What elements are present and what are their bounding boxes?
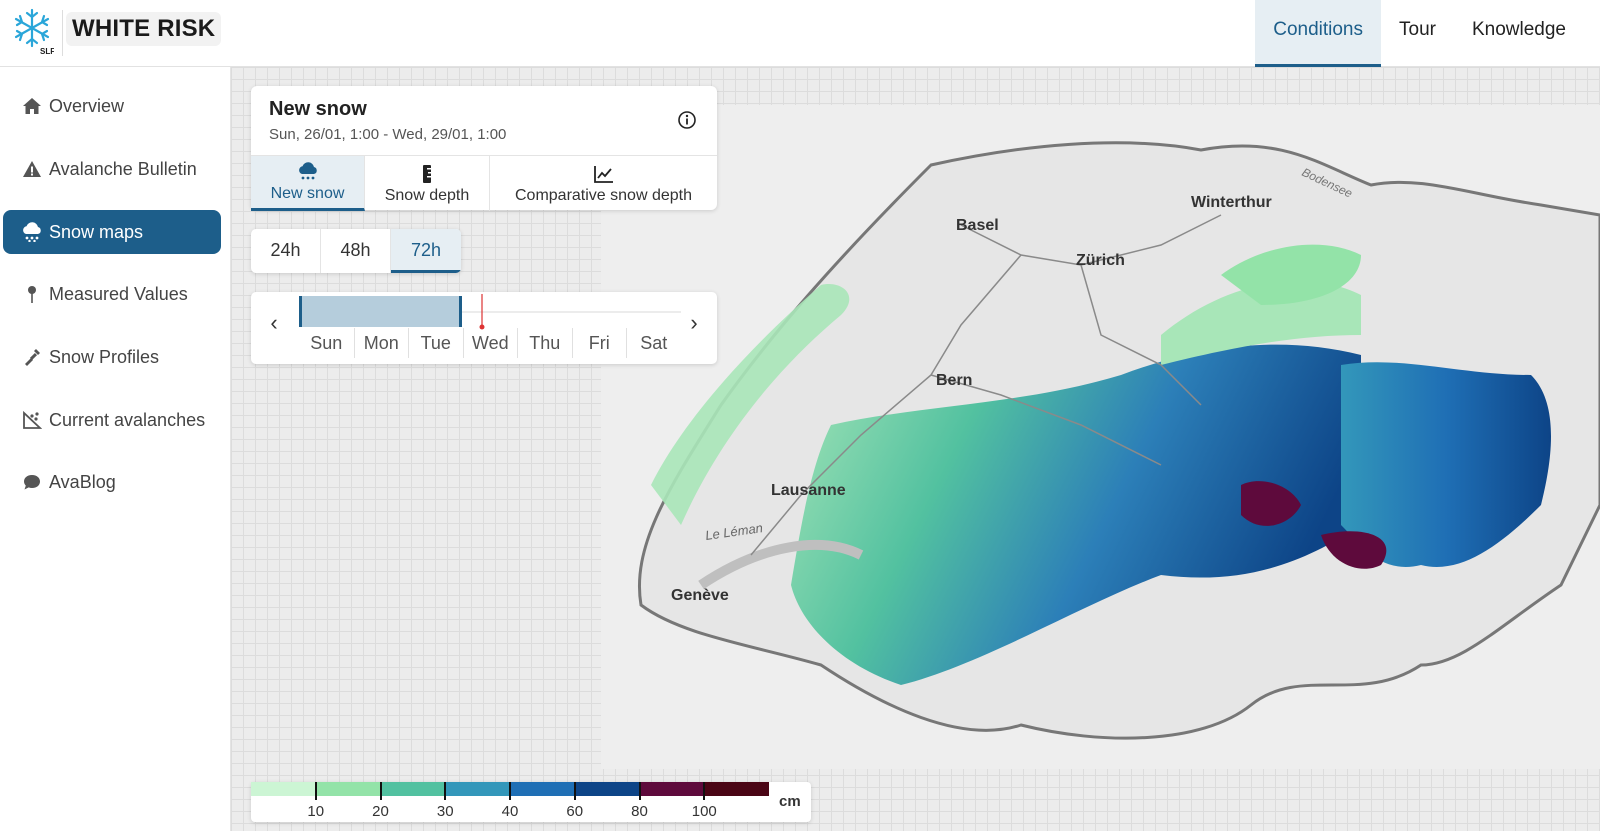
sidebar-item-label: Current avalanches bbox=[49, 409, 206, 430]
legend-tick-label: 100 bbox=[691, 803, 717, 820]
sidebar-item-label: Snow maps bbox=[49, 221, 144, 242]
chat-bubble-icon bbox=[21, 471, 43, 493]
legend-unit: cm bbox=[779, 793, 801, 810]
legend-tick-label: 30 bbox=[436, 803, 454, 820]
legend-tick bbox=[379, 782, 382, 800]
legend-tick bbox=[314, 782, 317, 800]
snow-cloud-icon bbox=[297, 161, 319, 183]
sidebar-item-label: AvaBlog bbox=[49, 471, 116, 492]
day-sun[interactable]: Sun bbox=[299, 328, 354, 358]
day-thu[interactable]: Thu bbox=[517, 328, 572, 358]
legend-color-swatch bbox=[639, 782, 705, 796]
brand-name[interactable]: WHITE RISK bbox=[66, 12, 222, 46]
switzerland-new-snow-map: Basel Winterthur Zürich Bern Lausanne Ge… bbox=[601, 105, 1600, 769]
legend-color-swatch bbox=[251, 782, 316, 796]
day-mon[interactable]: Mon bbox=[353, 328, 409, 358]
sidebar-item-overview[interactable]: Overview bbox=[3, 84, 221, 128]
tab-label: Comparative snow depth bbox=[515, 186, 692, 204]
home-icon bbox=[21, 95, 43, 117]
legend-tick bbox=[509, 782, 511, 800]
legend-tick-label: 20 bbox=[372, 803, 389, 820]
timeline-prev-arrow[interactable]: ‹ bbox=[263, 312, 285, 334]
timeline-track[interactable] bbox=[299, 294, 681, 330]
ruler-icon bbox=[420, 163, 434, 185]
day-tue[interactable]: Tue bbox=[408, 328, 463, 358]
range-72h[interactable]: 72h bbox=[391, 229, 461, 273]
pin-icon bbox=[21, 283, 43, 305]
legend-color-swatch bbox=[315, 782, 381, 796]
sidebar-item-label: Avalanche Bulletin bbox=[49, 158, 197, 179]
sidebar: Overview Avalanche Bulletin Snow maps Me… bbox=[0, 67, 231, 831]
city-label-basel: Basel bbox=[956, 217, 999, 234]
timeline-next-arrow[interactable]: › bbox=[683, 312, 705, 334]
city-label-zurich: Zürich bbox=[1076, 252, 1125, 269]
shovel-icon bbox=[21, 346, 43, 368]
snow-legend: 10 20 30 40 60 80 100 cm bbox=[251, 782, 811, 822]
day-fri[interactable]: Fri bbox=[571, 328, 627, 358]
legend-tick-label: 40 bbox=[501, 803, 519, 820]
sidebar-item-avablog[interactable]: AvaBlog bbox=[3, 460, 221, 504]
sidebar-item-snow-profiles[interactable]: Snow Profiles bbox=[3, 335, 221, 379]
range-24h[interactable]: 24h bbox=[251, 229, 321, 273]
legend-tick bbox=[703, 782, 706, 800]
sidebar-item-label: Measured Values bbox=[49, 283, 188, 304]
legend-color-swatch bbox=[380, 782, 446, 796]
day-sat[interactable]: Sat bbox=[626, 328, 681, 358]
legend-tick-label: 60 bbox=[566, 803, 584, 820]
sidebar-item-snow-maps[interactable]: Snow maps bbox=[3, 210, 221, 254]
top-navigation: Conditions Tour Knowledge bbox=[1255, 0, 1600, 67]
avalanche-icon bbox=[21, 409, 43, 431]
tab-snow-depth[interactable]: Snow depth bbox=[365, 156, 490, 211]
day-wed[interactable]: Wed bbox=[462, 328, 518, 358]
app-header: SLF WHITE RISK Conditions Tour Knowledge bbox=[0, 0, 1600, 67]
slf-snowflake-logo[interactable]: SLF bbox=[10, 6, 55, 56]
sidebar-item-label: Overview bbox=[49, 95, 125, 116]
tab-comparative-snow-depth[interactable]: Comparative snow depth bbox=[490, 156, 717, 211]
city-label-winterthur: Winterthur bbox=[1191, 194, 1272, 211]
tab-label: New snow bbox=[270, 185, 345, 202]
city-label-bern: Bern bbox=[936, 372, 972, 389]
legend-color-swatch bbox=[574, 782, 640, 796]
timeline-selected-range[interactable] bbox=[299, 296, 462, 327]
timeline-range-start-handle[interactable] bbox=[299, 296, 302, 327]
nav-knowledge[interactable]: Knowledge bbox=[1454, 0, 1600, 67]
timeline: ‹ Sun Mon Tue Wed Thu Fri Sat › bbox=[251, 292, 717, 364]
card-title: New snow bbox=[269, 98, 367, 120]
nav-conditions[interactable]: Conditions bbox=[1255, 0, 1381, 67]
card-date-range: Sun, 26/01, 1:00 - Wed, 29/01, 1:00 bbox=[269, 126, 507, 143]
snow-map-control-card: New snow Sun, 26/01, 1:00 - Wed, 29/01, … bbox=[251, 86, 717, 211]
nav-tour[interactable]: Tour bbox=[1381, 0, 1454, 67]
map-type-tabs: New snow Snow depth Comparative snow dep… bbox=[251, 155, 717, 211]
sidebar-item-label: Snow Profiles bbox=[49, 346, 160, 367]
legend-color-swatch bbox=[445, 782, 510, 796]
legend-tick bbox=[573, 782, 576, 800]
timeline-range-end-handle[interactable] bbox=[459, 296, 462, 327]
legend-tick bbox=[638, 782, 641, 800]
city-label-lausanne: Lausanne bbox=[771, 482, 846, 499]
legend-color-swatch bbox=[510, 782, 575, 796]
info-icon[interactable] bbox=[677, 110, 697, 130]
logo-divider bbox=[62, 10, 63, 56]
sidebar-item-measured-values[interactable]: Measured Values bbox=[3, 272, 221, 316]
snow-cloud-icon bbox=[21, 221, 43, 243]
line-chart-icon bbox=[593, 163, 615, 185]
legend-color-swatch bbox=[704, 782, 769, 796]
legend-tick-label: 80 bbox=[631, 803, 648, 820]
tab-new-snow[interactable]: New snow bbox=[251, 156, 365, 211]
tab-label: Snow depth bbox=[384, 186, 470, 204]
legend-tick bbox=[444, 782, 447, 800]
legend-tick-label: 10 bbox=[307, 803, 325, 820]
timeline-days: Sun Mon Tue Wed Thu Fri Sat bbox=[299, 328, 681, 358]
sidebar-item-current-avalanches[interactable]: Current avalanches bbox=[3, 398, 221, 442]
logo-text: SLF bbox=[40, 47, 54, 56]
range-48h[interactable]: 48h bbox=[321, 229, 391, 273]
sidebar-item-avalanche-bulletin[interactable]: Avalanche Bulletin bbox=[3, 147, 221, 191]
snow-map[interactable]: Basel Winterthur Zürich Bern Lausanne Ge… bbox=[601, 105, 1600, 769]
city-label-geneve: Genève bbox=[671, 587, 729, 604]
time-range-selector: 24h 48h 72h bbox=[251, 229, 461, 273]
warning-icon bbox=[21, 158, 43, 180]
